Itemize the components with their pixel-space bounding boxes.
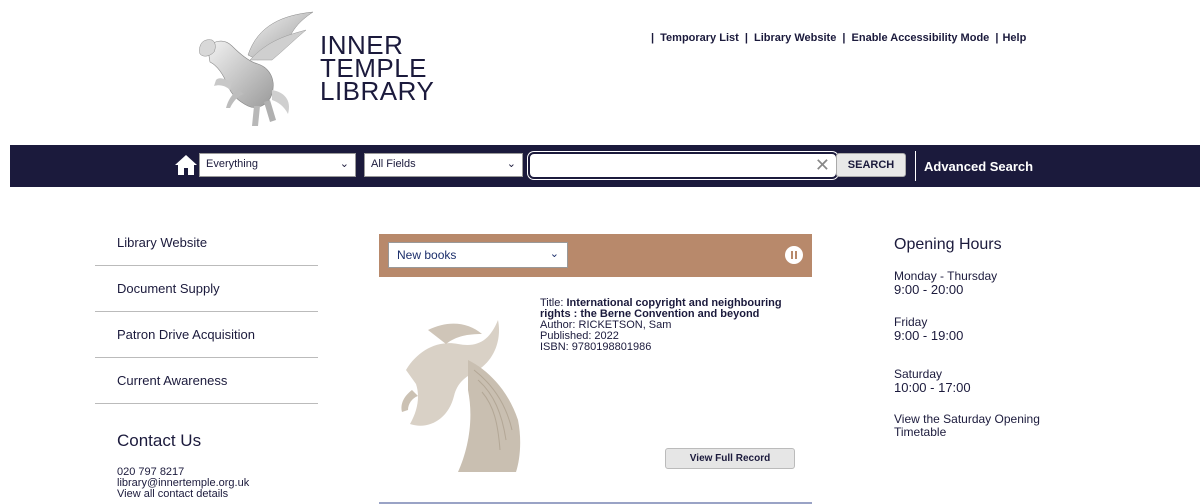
- help-link[interactable]: Help: [1002, 32, 1026, 44]
- home-icon[interactable]: [174, 154, 198, 176]
- clear-icon[interactable]: ✕: [815, 155, 830, 176]
- library-logo[interactable]: INNER TEMPLE LIBRARY: [188, 10, 438, 132]
- separator: |: [744, 32, 748, 44]
- sidebar-nav: Library Website Document Supply Patron D…: [95, 220, 318, 404]
- search-field-select[interactable]: All Fields ⌄: [364, 153, 523, 177]
- chevron-down-icon: ⌄: [339, 158, 349, 170]
- contact-details-link[interactable]: View all contact details: [117, 489, 249, 500]
- pegasus-logo-icon: [199, 11, 314, 126]
- view-full-record-button[interactable]: View Full Record: [665, 448, 795, 469]
- divider: [915, 151, 916, 181]
- saturday-timetable-link[interactable]: View the Saturday Opening Timetable: [894, 413, 1069, 439]
- chevron-down-icon: ⌄: [506, 158, 516, 170]
- book-cover-image[interactable]: [398, 300, 530, 472]
- temporary-list-link[interactable]: Temporary List: [660, 32, 739, 44]
- sidebar-item-library-website[interactable]: Library Website: [95, 220, 318, 266]
- carousel-list-value: New books: [397, 248, 457, 262]
- search-input[interactable]: ✕: [528, 152, 838, 179]
- search-scope-select[interactable]: Everything ⌄: [199, 153, 356, 177]
- time-range: 9:00 - 20:00: [894, 282, 964, 297]
- separator: |: [842, 32, 846, 44]
- accessibility-mode-link[interactable]: Enable Accessibility Mode: [852, 32, 990, 44]
- book-title-text: International copyright and neighbouring…: [540, 297, 782, 320]
- separator: |: [651, 32, 655, 44]
- sidebar-item-current-awareness[interactable]: Current Awareness: [95, 358, 318, 404]
- chevron-down-icon: ⌄: [549, 248, 559, 260]
- contact-details: 020 797 8217 library@innertemple.org.uk …: [117, 467, 249, 500]
- book-title[interactable]: Title: International copyright and neigh…: [540, 298, 810, 320]
- pause-icon[interactable]: [785, 246, 803, 264]
- book-details: Title: International copyright and neigh…: [540, 298, 810, 353]
- logo-line: LIBRARY: [320, 76, 435, 106]
- opening-hours: Opening Hours Monday - Thursday 9:00 - 2…: [894, 236, 1094, 439]
- sidebar-item-document-supply[interactable]: Document Supply: [95, 266, 318, 312]
- search-bar: Everything ⌄ All Fields ⌄ ✕ SEARCH Advan…: [10, 145, 1200, 187]
- separator: |: [995, 32, 999, 44]
- search-button[interactable]: SEARCH: [836, 153, 906, 177]
- time-range: 9:00 - 19:00: [894, 328, 964, 343]
- sidebar-item-patron-drive-acquisition[interactable]: Patron Drive Acquisition: [95, 312, 318, 358]
- carousel-header: New books ⌄: [379, 234, 812, 277]
- search-field-value: All Fields: [371, 158, 416, 170]
- hours-saturday: Saturday 10:00 - 17:00: [894, 368, 971, 395]
- library-website-link[interactable]: Library Website: [754, 32, 836, 44]
- advanced-search-link[interactable]: Advanced Search: [924, 159, 1033, 174]
- hours-mon-thu: Monday - Thursday 9:00 - 20:00: [894, 270, 997, 297]
- hours-friday: Friday 9:00 - 19:00: [894, 316, 963, 343]
- search-scope-value: Everything: [206, 158, 258, 170]
- top-links: | Temporary List | Library Website | Ena…: [648, 32, 1026, 44]
- time-range: 10:00 - 17:00: [894, 380, 971, 395]
- logo-text: INNER TEMPLE LIBRARY: [320, 32, 435, 106]
- contact-title: Contact Us: [117, 431, 202, 450]
- carousel-list-select[interactable]: New books ⌄: [388, 242, 568, 268]
- book-isbn: ISBN: 9780198801986: [540, 341, 652, 353]
- opening-hours-title: Opening Hours: [894, 236, 1002, 253]
